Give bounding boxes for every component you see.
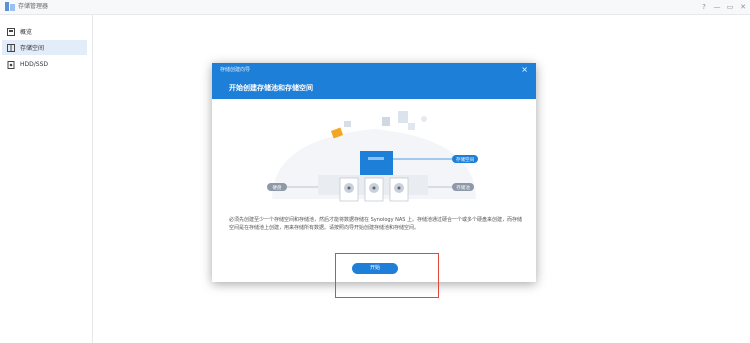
sidebar-item-label: 存储空间 <box>20 45 45 52</box>
sidebar-item-label: HDD/SSD <box>20 61 49 68</box>
storage-icon <box>7 43 15 52</box>
window-title: 存储管理器 <box>18 3 49 10</box>
storage-wizard-dialog: 存储创建向导 × 开始创建存储池和存储空间 存储空间 存储池 硬盘 必须先创建至… <box>212 63 536 282</box>
illustration-graphic: 存储空间 存储池 硬盘 <box>267 111 478 202</box>
sidebar-item-hdd-ssd[interactable]: HDD/SSD <box>2 57 87 72</box>
sidebar-item-storage[interactable]: 存储空间 <box>2 40 87 55</box>
storage-space-label: 存储空间 <box>456 156 474 163</box>
help-icon[interactable]: ? <box>699 1 709 13</box>
storage-illustration: 存储空间 存储池 硬盘 <box>212 99 536 209</box>
overview-icon <box>7 27 15 36</box>
highlight-annotation-box <box>335 253 439 298</box>
dialog-title: 开始创建存储池和存储空间 <box>229 84 313 92</box>
sidebar-item-overview[interactable]: 概览 <box>2 24 87 39</box>
close-window-icon[interactable]: ✕ <box>738 1 748 13</box>
disk-label: 硬盘 <box>273 184 282 191</box>
storage-manager-app-icon <box>5 2 15 11</box>
maximize-icon[interactable]: ▭ <box>725 1 735 13</box>
sidebar-item-label: 概览 <box>20 29 33 36</box>
dialog-small-title: 存储创建向导 <box>220 67 251 73</box>
sidebar: 概览 存储空间 HDD/SSD <box>0 15 93 343</box>
storage-pool-label: 存储池 <box>456 184 470 191</box>
dialog-description: 必须先创建至少一个存储空间和存储池，然后才能将数据存储在 Synology NA… <box>229 217 523 231</box>
disk-icon <box>7 60 15 69</box>
close-icon[interactable]: × <box>521 65 528 74</box>
dialog-header: 存储创建向导 × 开始创建存储池和存储空间 <box>212 63 536 99</box>
window-titlebar: 存储管理器 ? — ▭ ✕ <box>0 0 750 15</box>
minimize-icon[interactable]: — <box>712 1 722 13</box>
